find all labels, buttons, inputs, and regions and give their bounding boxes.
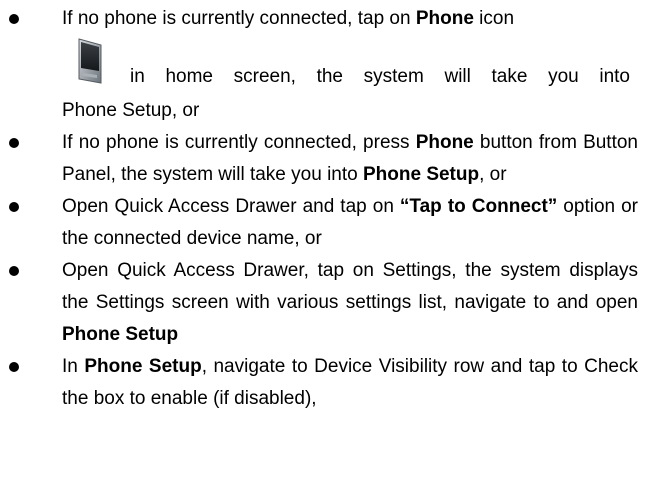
document-page: If no phone is currently connected, tap … bbox=[0, 0, 646, 479]
bold-term: “Tap to Connect” bbox=[399, 196, 558, 217]
bold-term: Phone Setup bbox=[84, 356, 202, 377]
bullet-icon bbox=[9, 14, 19, 24]
bold-term: Phone Setup bbox=[62, 324, 179, 345]
icon-line: in home screen, the system will take you… bbox=[62, 35, 638, 95]
bullet-icon bbox=[9, 138, 19, 148]
phone-device-icon bbox=[78, 38, 102, 84]
list-item: In Phone Setup, navigate to Device Visib… bbox=[0, 351, 646, 415]
list-item: Open Quick Access Drawer, tap on Setting… bbox=[0, 255, 646, 351]
instruction-list: If no phone is currently connected, tap … bbox=[0, 3, 646, 415]
bold-term: Phone bbox=[415, 8, 474, 29]
bold-term: Phone bbox=[415, 132, 474, 153]
bold-term: Phone Setup bbox=[362, 164, 480, 185]
bullet-icon bbox=[9, 362, 19, 372]
list-item: If no phone is currently connected, tap … bbox=[0, 3, 646, 127]
list-item: Open Quick Access Drawer and tap on “Tap… bbox=[0, 191, 646, 255]
item-text: If no phone is currently connected, tap … bbox=[62, 8, 515, 29]
list-item: If no phone is currently connected, pres… bbox=[0, 127, 646, 191]
bullet-icon bbox=[9, 202, 19, 212]
bullet-icon bbox=[9, 266, 19, 276]
